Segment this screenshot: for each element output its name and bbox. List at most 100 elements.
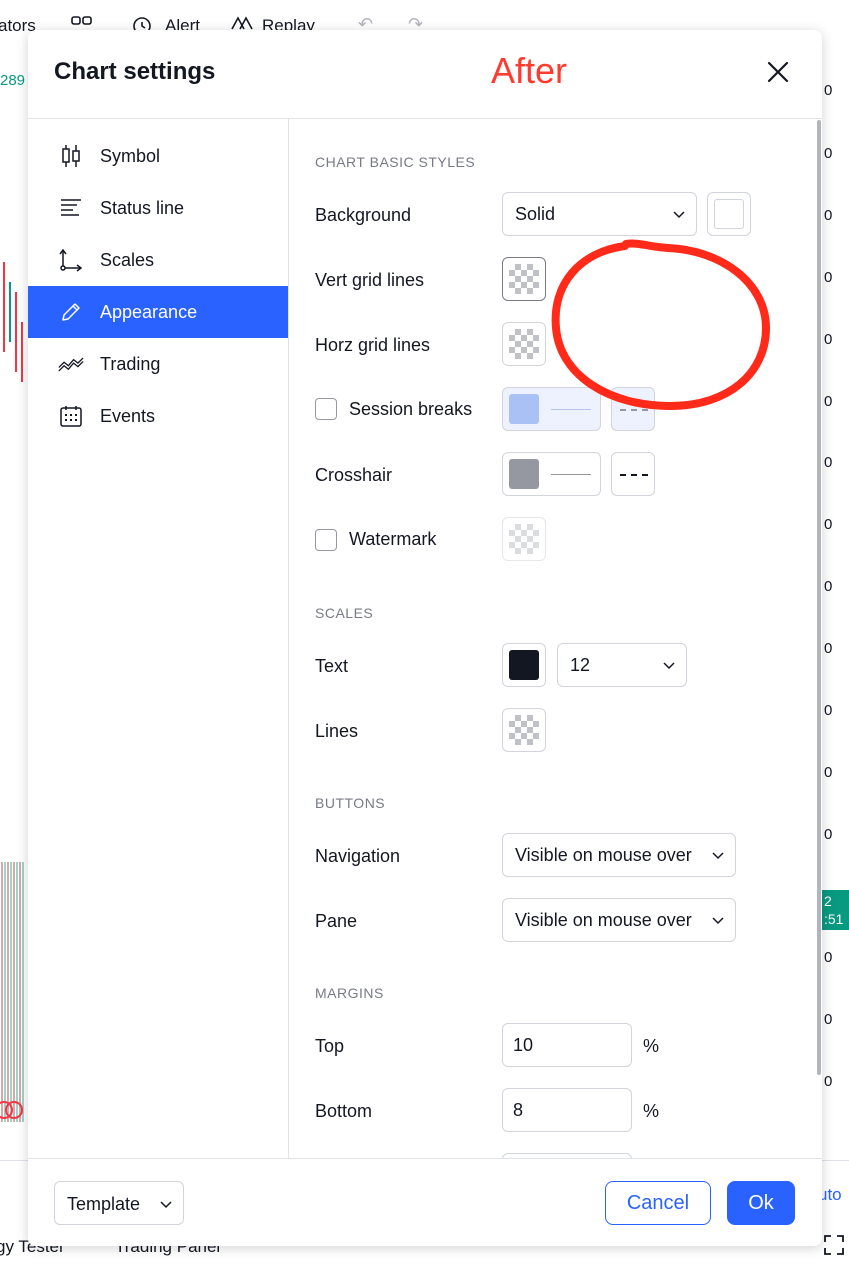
axis-tick: 0 [824, 826, 833, 843]
pane-visibility-value: Visible on mouse over [515, 909, 692, 930]
candles-fragment [0, 262, 24, 1122]
text-color-swatch[interactable] [502, 643, 546, 687]
navigation-visibility-value: Visible on mouse over [515, 844, 692, 865]
pane-visibility-select[interactable]: Visible on mouse over [502, 898, 736, 942]
axis-tick: 0 [824, 516, 833, 533]
axis-tick: 0 [824, 82, 833, 99]
countdown-line: :51 [824, 911, 844, 927]
bottom-margin-input[interactable] [502, 1088, 632, 1132]
sidebar-item-events[interactable]: Events [28, 390, 288, 442]
axis-tick: 0 [824, 331, 833, 348]
axis-tick: 0 [824, 1011, 833, 1028]
chart-left-edge: 289 [0, 52, 28, 1162]
chevron-down-icon [160, 1201, 172, 1209]
color-fill [509, 650, 539, 680]
lines-label: Lines [315, 721, 359, 741]
navigation-visibility-select[interactable]: Visible on mouse over [502, 833, 736, 877]
dashed-line-icon [620, 474, 648, 476]
top-margin-input[interactable] [502, 1023, 632, 1067]
crosshair-label: Crosshair [315, 465, 393, 485]
color-fill [509, 459, 539, 489]
ok-button[interactable]: Ok [727, 1181, 795, 1225]
chevron-down-icon [673, 211, 685, 219]
chevron-down-icon [712, 917, 724, 925]
session-breaks-label: Session breaks [349, 399, 473, 419]
status-line-icon [58, 195, 84, 221]
session-breaks-style-button[interactable] [611, 387, 655, 431]
transparent-fill [509, 264, 539, 294]
font-size-value: 12 [570, 654, 591, 675]
appearance-settings-panel: CHART BASIC STYLES Background Solid Vert… [289, 118, 822, 1158]
section-title-buttons: BUTTONS [315, 795, 386, 811]
dialog-header: Chart settings After [28, 30, 822, 119]
sidebar-item-appearance[interactable]: Appearance [28, 286, 288, 338]
chevron-down-icon [663, 662, 675, 670]
axis-tick: 0 [824, 702, 833, 719]
line-sample [551, 409, 591, 410]
candlestick-icon [58, 143, 84, 169]
dashed-line-icon [620, 409, 648, 411]
dialog-footer: Template Cancel Ok [28, 1158, 822, 1246]
template-label: Template [67, 1194, 141, 1214]
transparent-fill [509, 524, 539, 554]
transparent-fill [509, 715, 539, 745]
font-size-select[interactable]: 12 [557, 643, 687, 687]
axis-tick: 0 [824, 207, 833, 224]
horz-grid-label: Horz grid lines [315, 335, 431, 355]
color-fill [714, 199, 744, 229]
sidebar-item-label: Appearance [100, 301, 198, 322]
close-icon [767, 61, 789, 83]
sidebar-item-label: Trading [100, 353, 161, 374]
text-label: Text [315, 656, 349, 676]
sidebar-item-status-line[interactable]: Status line [28, 182, 288, 234]
axis-tick: 0 [824, 764, 833, 781]
bottom-margin-label: Bottom [315, 1101, 373, 1121]
bottom-margin-unit: % [643, 1101, 660, 1121]
section-title-margins: MARGINS [315, 985, 384, 1001]
top-margin-unit: % [643, 1036, 660, 1056]
price-tag-line: 2 [824, 893, 832, 909]
last-price-tag: 2 :51 [822, 890, 849, 930]
lines-color-swatch[interactable] [502, 708, 546, 752]
watermark-label: Watermark [349, 529, 437, 549]
content-scrollbar[interactable] [817, 120, 821, 1075]
crosshair-color-swatch[interactable] [502, 452, 601, 496]
background-type-select[interactable]: Solid [502, 192, 697, 236]
template-dropdown[interactable]: Template [54, 1181, 184, 1225]
transparent-fill [509, 329, 539, 359]
section-title-scales: SCALES [315, 605, 374, 621]
session-breaks-checkbox[interactable] [315, 398, 337, 420]
watermark-color-swatch[interactable] [502, 517, 546, 561]
close-button[interactable] [762, 56, 794, 88]
settings-sidebar: Symbol Status line Scales Appearance Tra… [28, 118, 289, 1158]
sidebar-item-label: Scales [100, 249, 155, 270]
dialog-title: Chart settings [54, 58, 216, 85]
trading-icon [58, 351, 84, 377]
axis-tick: 0 [824, 578, 833, 595]
horz-grid-color-swatch[interactable] [502, 322, 546, 366]
pencil-icon [58, 299, 84, 325]
sidebar-item-scales[interactable]: Scales [28, 234, 288, 286]
axis-tick: 0 [824, 640, 833, 657]
sidebar-item-symbol[interactable]: Symbol [28, 130, 288, 182]
fullscreen-icon[interactable] [822, 1233, 846, 1262]
cancel-button[interactable]: Cancel [605, 1181, 711, 1225]
axis-tick: 0 [824, 393, 833, 410]
axis-tick: 0 [824, 145, 833, 162]
background-color-swatch[interactable] [707, 192, 751, 236]
annotation-after-label: After [491, 50, 568, 91]
scales-icon [58, 247, 84, 273]
color-fill [509, 394, 539, 424]
watermark-checkbox[interactable] [315, 529, 337, 551]
axis-tick: 0 [824, 454, 833, 471]
background-label: Background [315, 205, 412, 225]
vert-grid-label: Vert grid lines [315, 270, 425, 290]
sidebar-item-trading[interactable]: Trading [28, 338, 288, 390]
sidebar-item-label: Events [100, 405, 156, 426]
crosshair-style-button[interactable] [611, 452, 655, 496]
session-breaks-color-swatch[interactable] [502, 387, 601, 431]
axis-tick: 0 [824, 269, 833, 286]
chevron-down-icon [712, 852, 724, 860]
line-sample [551, 474, 591, 475]
vert-grid-color-swatch[interactable] [502, 257, 546, 301]
